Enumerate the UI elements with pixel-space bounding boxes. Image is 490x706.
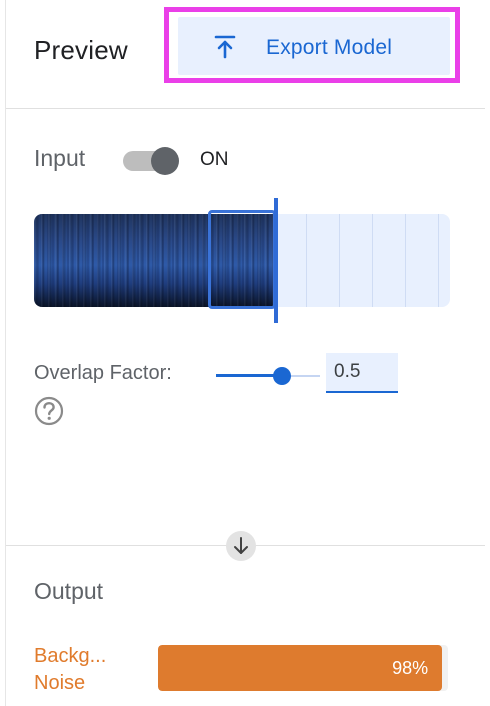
preview-panel: Preview Export Model Input ON Overlap Fa… bbox=[5, 0, 485, 706]
result-class-label-line1: Backg... bbox=[34, 645, 107, 667]
input-label: Input bbox=[34, 145, 86, 171]
result-percentage: 98% bbox=[392, 658, 429, 678]
upload-icon bbox=[214, 35, 236, 59]
result-class-label-line2: Noise bbox=[34, 672, 86, 694]
overlap-factor-label: Overlap Factor: bbox=[34, 362, 172, 384]
help-circle-icon[interactable] bbox=[34, 396, 64, 426]
export-model-button[interactable]: Export Model bbox=[178, 17, 450, 75]
input-toggle-thumb[interactable] bbox=[151, 147, 179, 175]
analysis-window bbox=[208, 210, 276, 309]
result-bar-track: 98% bbox=[158, 645, 448, 691]
result-class-label: Backg... Noise bbox=[34, 643, 146, 697]
arrow-down-icon[interactable] bbox=[226, 531, 256, 561]
export-model-label: Export Model bbox=[266, 36, 393, 59]
output-label: Output bbox=[34, 578, 104, 604]
playhead-cursor[interactable] bbox=[274, 198, 278, 323]
result-bar-fill: 98% bbox=[158, 645, 443, 691]
overlap-factor-input[interactable] bbox=[326, 353, 398, 393]
input-toggle-state: ON bbox=[200, 149, 229, 170]
spectrogram-empty-area bbox=[274, 214, 450, 307]
preview-header: Preview Export Model bbox=[6, 0, 485, 109]
overlap-slider-thumb[interactable] bbox=[273, 367, 291, 385]
panel-title: Preview bbox=[34, 35, 128, 65]
